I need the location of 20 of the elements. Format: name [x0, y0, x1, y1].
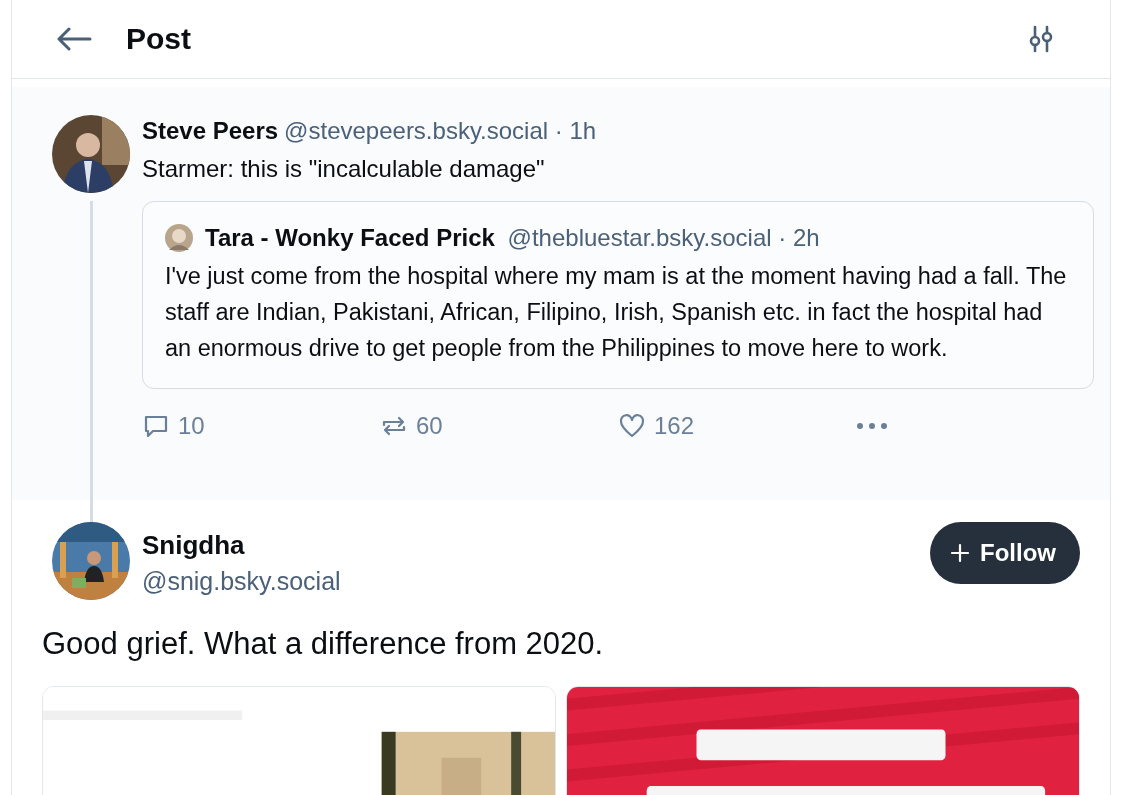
author-name[interactable]: Steve Peers — [142, 117, 279, 145]
post-text: Good grief. What a difference from 2020. — [42, 626, 605, 662]
page-title: Post — [126, 22, 192, 56]
follow-button[interactable]: Follow — [930, 522, 1080, 584]
author-handle[interactable]: @snig.bsky.social — [142, 567, 930, 596]
author-handle[interactable]: @thebluestar.bsky.social · 2h — [507, 224, 820, 252]
action-count: 60 — [416, 412, 443, 440]
author-handle[interactable]: @stevepeers.bsky.social · 1h — [284, 117, 597, 145]
heart-icon[interactable] — [618, 412, 646, 440]
plus-icon — [950, 543, 970, 563]
author-name[interactable]: Tara - Wonky Faced Prick — [205, 224, 495, 252]
more-icon[interactable] — [856, 422, 888, 430]
quote-card[interactable] — [142, 201, 1094, 389]
action-count: 10 — [178, 412, 205, 440]
quote-text: I've just come from the hospital where my mam is at the moment having had a fall. The staff are Indian, Pakistani, African, Filipino, Irish, Spanish etc. in fact the hospital had an enormous drive to get people from the Philippines to move here to work. — [165, 262, 1068, 363]
action-count: 162 — [654, 412, 695, 440]
post-text: Starmer: this is "incalculable damage" — [142, 155, 546, 183]
author-name[interactable]: Snigdha — [142, 530, 930, 561]
back-icon[interactable] — [56, 27, 92, 51]
avatar — [165, 224, 193, 252]
